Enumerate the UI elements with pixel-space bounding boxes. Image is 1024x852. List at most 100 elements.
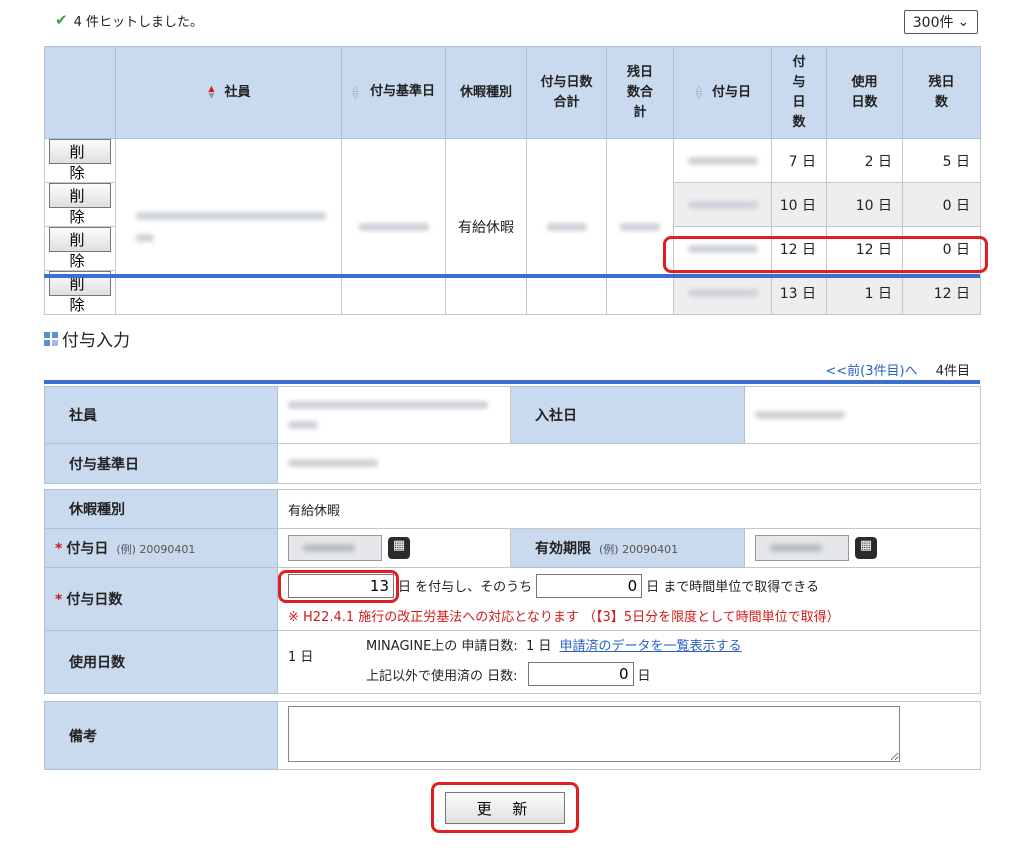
used-days-cell: 12 日 bbox=[826, 226, 903, 271]
sort-icon: △ ▽ bbox=[352, 84, 359, 101]
redacted-text bbox=[358, 222, 429, 231]
grant-date-cell bbox=[673, 182, 772, 227]
employee-value bbox=[277, 386, 511, 444]
col-employee[interactable]: ▲ ▼ 社員 bbox=[115, 46, 342, 139]
expiry-header: 有効期限 (例) 20090401 bbox=[510, 528, 745, 568]
redacted-text bbox=[687, 200, 758, 209]
law-notice: ※ H22.4.1 施行の改正労基法への対応となります （【3】5日分を限度とし… bbox=[288, 609, 840, 625]
hit-count-message: ✔ 4 件ヒットしました。 bbox=[55, 10, 203, 30]
current-record: 4件目 bbox=[935, 364, 970, 379]
granted-days-cell: 7 日 bbox=[771, 138, 827, 183]
col-total-remaining: 残日数合計 bbox=[606, 46, 674, 139]
form-row-employee: 社員 入社日 bbox=[44, 386, 981, 444]
expiry-cell bbox=[743, 528, 982, 568]
redacted-text bbox=[687, 288, 758, 297]
grant-text: 日 を付与し、そのうち bbox=[398, 580, 533, 595]
granted-days-cell: 12 日 bbox=[771, 226, 827, 271]
form-row-grant-date: *付与日 (例) 20090401 有効期限 (例) 20090401 bbox=[44, 528, 982, 568]
sort-icon: △ ▽ bbox=[695, 84, 703, 100]
expiry-input[interactable] bbox=[755, 535, 849, 561]
delete-cell: 削 除 bbox=[44, 182, 116, 227]
granted-days-cell: 10 日 bbox=[771, 182, 827, 227]
pager: <<前(3件目)へ 4件目 bbox=[600, 360, 970, 379]
col-actions bbox=[44, 46, 116, 139]
sort-icon: ▲ ▼ bbox=[208, 84, 215, 100]
delete-cell: 削 除 bbox=[44, 226, 116, 271]
hire-date-label: 入社日 bbox=[510, 386, 745, 444]
table-row: 削 除 有給休暇 7 日 2 日 5 日 bbox=[44, 138, 981, 315]
other-used-input[interactable] bbox=[527, 662, 634, 686]
total-granted-cell bbox=[526, 138, 607, 315]
redacted-text bbox=[755, 410, 845, 419]
col-grant-date[interactable]: △ ▽ 付与日 bbox=[673, 46, 772, 139]
table-bottom-rule bbox=[44, 274, 980, 278]
redacted-text bbox=[620, 222, 660, 231]
redacted-text bbox=[288, 459, 378, 467]
base-date-label: 付与基準日 bbox=[44, 443, 278, 484]
grant-date-cell bbox=[277, 528, 511, 568]
per-page-value: 300件 bbox=[912, 15, 954, 31]
leave-type-value: 有給休暇 bbox=[276, 489, 982, 529]
employee-cell bbox=[115, 138, 342, 315]
delete-button[interactable]: 削 除 bbox=[49, 183, 111, 226]
redacted-text bbox=[288, 420, 318, 429]
redacted-text bbox=[687, 156, 758, 165]
app-used-value: 1 日 bbox=[525, 639, 552, 654]
redacted-text bbox=[136, 233, 154, 242]
employee-label: 社員 bbox=[44, 386, 278, 444]
grant-days-cell: 日 を付与し、そのうち 日 まで時間単位で取得できる ※ H22.4.1 施行の… bbox=[276, 567, 982, 631]
used-days-cell: 2 日 bbox=[826, 138, 903, 183]
grant-days-label: 付与日数 bbox=[66, 592, 123, 608]
calendar-icon[interactable] bbox=[855, 537, 877, 559]
table-header-row: ▲ ▼ 社員 △ ▽ 付与基準日 休暇種別 付与日数合計 残日数合計 △ ▽ 付与日 付与日… bbox=[44, 46, 981, 139]
section-title: 付与入力 bbox=[44, 326, 130, 351]
grant-days-input[interactable] bbox=[288, 573, 394, 598]
delete-cell: 削 除 bbox=[44, 138, 116, 183]
prev-record-link[interactable]: <<前(3件目)へ bbox=[825, 364, 917, 379]
col-remaining-days: 残日数 bbox=[902, 46, 981, 139]
app-list-link[interactable]: 申請済のデータを一覧表示する bbox=[560, 639, 742, 654]
hourly-text: 日 まで時間単位で取得できる bbox=[646, 580, 820, 595]
calendar-icon[interactable] bbox=[388, 537, 410, 559]
update-button[interactable]: 更 新 bbox=[445, 792, 565, 824]
leave-type-label: 休暇種別 bbox=[44, 489, 278, 529]
col-granted-days: 付与日数 bbox=[771, 46, 827, 139]
grant-date-example: (例) 20090401 bbox=[116, 543, 196, 556]
used-days-cell: 10 日 bbox=[826, 182, 903, 227]
col-used-days: 使用日数 bbox=[826, 46, 903, 139]
remaining-days-cell: 5 日 bbox=[902, 138, 981, 183]
check-icon: ✔ bbox=[55, 11, 68, 29]
memo-label: 備考 bbox=[44, 701, 278, 770]
expiry-example: (例) 20090401 bbox=[599, 543, 679, 556]
col-total-granted: 付与日数合計 bbox=[526, 46, 607, 139]
memo-textarea[interactable] bbox=[288, 705, 900, 762]
section-title-text: 付与入力 bbox=[62, 331, 130, 351]
redacted-text bbox=[136, 211, 326, 220]
employee-info-table: 社員 入社日 付与基準日 bbox=[44, 386, 981, 484]
hire-date-value bbox=[744, 386, 981, 444]
memo-table: 備考 bbox=[44, 701, 981, 770]
form-row-grant-days: *付与日数 日 を付与し、そのうち 日 まで時間単位で取得できる ※ H22.4… bbox=[44, 567, 982, 631]
grid-icon bbox=[44, 331, 58, 346]
memo-cell bbox=[277, 701, 981, 770]
grant-days-header: * 付与日数 bbox=[44, 567, 278, 631]
form-row-used-days: 使用日数 1 日 MINAGINE上の 申請日数: 1 日 申請済のデータを一覧… bbox=[44, 630, 982, 694]
hourly-days-input[interactable] bbox=[536, 573, 643, 598]
delete-button[interactable]: 削 除 bbox=[49, 227, 111, 270]
form-row-base-date: 付与基準日 bbox=[44, 443, 981, 484]
remaining-days-cell: 0 日 bbox=[902, 226, 981, 271]
grant-date-label: 付与日 bbox=[66, 541, 109, 557]
col-base-date[interactable]: △ ▽ 付与基準日 bbox=[341, 46, 446, 139]
grant-date-cell bbox=[673, 138, 772, 183]
grant-date-header: * 付与日 (例) 20090401 bbox=[44, 528, 278, 568]
base-date-value bbox=[277, 443, 981, 484]
delete-button[interactable]: 削 除 bbox=[49, 139, 111, 182]
base-date-cell bbox=[341, 138, 446, 315]
grant-date-input[interactable] bbox=[288, 535, 382, 561]
per-page-select[interactable]: 300件 ⌄ bbox=[904, 10, 978, 34]
remaining-days-cell: 0 日 bbox=[902, 182, 981, 227]
expiry-label: 有効期限 bbox=[535, 541, 591, 557]
other-used-label: 上記以外で使用済の 日数: bbox=[366, 668, 518, 684]
col-leave-type: 休暇種別 bbox=[445, 46, 527, 139]
other-used-unit: 日 bbox=[637, 668, 651, 684]
